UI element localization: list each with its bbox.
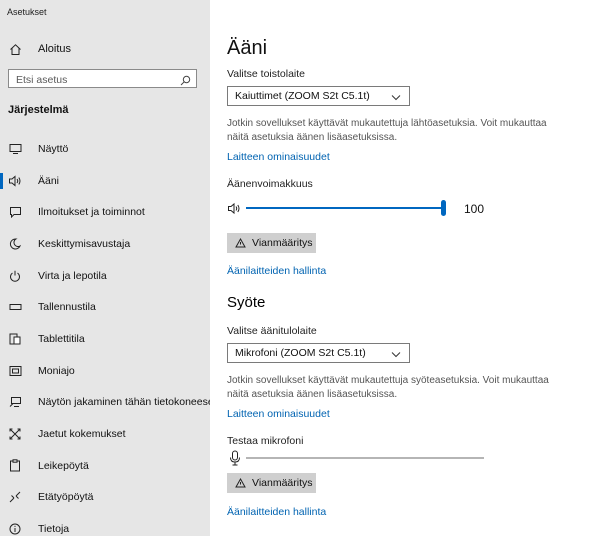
sidebar-item-label: Jaetut kokemukset xyxy=(38,428,126,441)
sidebar-item-focus-assist[interactable]: Keskittymisavustaja xyxy=(0,228,210,260)
sidebar-item-label: Keskittymisavustaja xyxy=(38,237,131,250)
sidebar-home-label: Aloitus xyxy=(38,43,72,55)
input-description: Jotkin sovellukset käyttävät mukautettuj… xyxy=(227,375,549,400)
output-description: Jotkin sovellukset käyttävät mukautettuj… xyxy=(227,118,547,143)
notification-icon xyxy=(8,205,22,219)
input-properties-link[interactable]: Laitteen ominaisuudet xyxy=(227,408,330,420)
sidebar-item-display[interactable]: Näyttö xyxy=(0,133,210,165)
power-icon xyxy=(8,269,22,283)
sidebar-item-multitasking[interactable]: Moniajo xyxy=(0,355,210,387)
input-device-value: Mikrofoni (ZOOM S2t C5.1t) xyxy=(235,347,366,359)
microphone-level-meter xyxy=(246,457,484,459)
sidebar-item-projecting[interactable]: Näytön jakaminen tähän tietokoneeseen xyxy=(0,387,225,419)
clipboard-icon xyxy=(8,459,22,473)
volume-speaker-icon[interactable] xyxy=(227,202,243,216)
window-title: Asetukset xyxy=(7,7,47,17)
input-heading: Syöte xyxy=(227,294,266,311)
search-icon[interactable] xyxy=(180,73,191,91)
sidebar-item-notifications[interactable]: Ilmoitukset ja toiminnot xyxy=(0,196,210,228)
sidebar-item-label: Näytön jakaminen tähän tietokoneeseen xyxy=(38,396,226,409)
volume-slider-track[interactable] xyxy=(246,207,443,209)
sidebar-item-label: Ilmoitukset ja toiminnot xyxy=(38,206,145,219)
sidebar-nav: Näyttö Ääni Ilmoitukset ja toiminnot Kes… xyxy=(0,133,225,545)
output-troubleshoot-button[interactable]: Vianmääritys xyxy=(227,233,316,253)
storage-icon xyxy=(8,300,22,314)
home-icon xyxy=(8,42,22,56)
chevron-down-icon xyxy=(391,349,401,361)
volume-label: Äänenvoimakkuus xyxy=(227,178,313,190)
volume-value: 100 xyxy=(464,202,485,216)
search-input[interactable] xyxy=(9,71,176,89)
sidebar-item-label: Virta ja lepotila xyxy=(38,269,107,282)
sidebar-item-label: Tietoja xyxy=(38,523,70,536)
info-icon xyxy=(8,522,22,536)
chevron-down-icon xyxy=(391,92,401,104)
sidebar-item-tablet-mode[interactable]: Tablettitila xyxy=(0,323,210,355)
sidebar-item-label: Näyttö xyxy=(38,142,69,155)
sidebar-item-power[interactable]: Virta ja lepotila xyxy=(0,260,210,292)
sidebar-item-clipboard[interactable]: Leikepöytä xyxy=(0,450,210,482)
sidebar-item-shared-experiences[interactable]: Jaetut kokemukset xyxy=(0,418,210,450)
sidebar-item-label: Etätyöpöytä xyxy=(38,491,94,504)
multitasking-icon xyxy=(8,364,22,378)
sidebar-item-remote-desktop[interactable]: Etätyöpöytä xyxy=(0,482,210,514)
input-troubleshoot-label: Vianmääritys xyxy=(252,477,313,489)
sidebar-item-label: Ääni xyxy=(38,174,60,187)
volume-slider-thumb[interactable] xyxy=(441,200,446,216)
sidebar-item-sound[interactable]: Ääni xyxy=(0,165,210,197)
input-troubleshoot-button[interactable]: Vianmääritys xyxy=(227,473,316,493)
volume-slider-fill xyxy=(246,207,443,209)
sidebar-item-about[interactable]: Tietoja xyxy=(0,513,210,545)
sidebar-home[interactable]: Aloitus xyxy=(8,40,71,58)
input-manage-devices-link[interactable]: Äänilaitteiden hallinta xyxy=(227,506,326,518)
shared-experiences-icon xyxy=(8,427,22,441)
warning-icon xyxy=(235,238,246,248)
output-manage-devices-link[interactable]: Äänilaitteiden hallinta xyxy=(227,265,326,277)
sidebar-item-storage[interactable]: Tallennustila xyxy=(0,291,210,323)
search-box[interactable] xyxy=(8,69,197,91)
sidebar-item-label: Leikepöytä xyxy=(38,459,89,472)
test-microphone-label: Testaa mikrofoni xyxy=(227,435,304,447)
main-panel: Ääni Valitse toistolaite Kaiuttimet (ZOO… xyxy=(210,0,600,536)
output-device-value: Kaiuttimet (ZOOM S2t C5.1t) xyxy=(235,90,370,102)
sidebar: Asetukset Aloitus Järjestelmä Näyttö Ään… xyxy=(0,0,225,536)
sidebar-item-label: Tablettitila xyxy=(38,332,85,345)
tablet-icon xyxy=(8,332,22,346)
output-properties-link[interactable]: Laitteen ominaisuudet xyxy=(227,151,330,163)
remote-desktop-icon xyxy=(8,490,22,504)
input-device-label: Valitse äänitulolaite xyxy=(227,325,317,337)
output-device-label: Valitse toistolaite xyxy=(227,68,306,80)
monitor-icon xyxy=(8,142,22,156)
projecting-icon xyxy=(8,395,22,409)
microphone-icon xyxy=(229,450,241,466)
input-device-dropdown[interactable]: Mikrofoni (ZOOM S2t C5.1t) xyxy=(227,343,410,363)
page-title: Ääni xyxy=(227,37,268,59)
output-device-dropdown[interactable]: Kaiuttimet (ZOOM S2t C5.1t) xyxy=(227,86,410,106)
output-troubleshoot-label: Vianmääritys xyxy=(252,237,313,249)
section-label: Järjestelmä xyxy=(8,104,69,116)
warning-icon xyxy=(235,478,246,488)
sidebar-item-label: Moniajo xyxy=(38,364,75,377)
sidebar-item-label: Tallennustila xyxy=(38,301,96,314)
speaker-icon xyxy=(8,174,22,188)
moon-icon xyxy=(8,237,22,251)
